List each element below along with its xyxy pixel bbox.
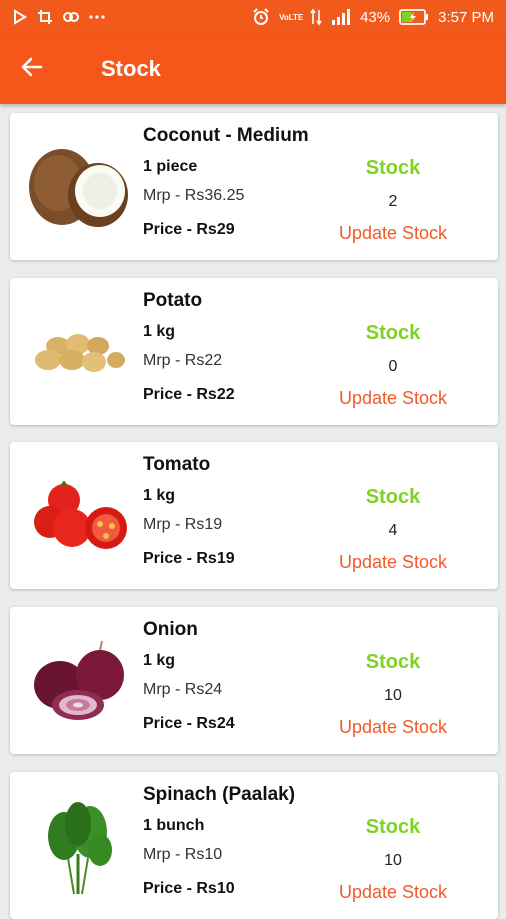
stock-label: Stock [365, 486, 421, 508]
stock-label: Stock [365, 651, 421, 673]
product-name: Tomato [143, 454, 211, 475]
product-quantity: 1 kg [143, 652, 176, 669]
stock-label: Stock [365, 816, 421, 838]
product-price: Price - Rs19 [143, 550, 235, 567]
tomato-icon [28, 464, 130, 566]
product-price: Price - Rs10 [143, 880, 235, 897]
link-icon [62, 10, 80, 24]
update-stock-button[interactable]: Update Stock [323, 552, 463, 573]
product-quantity: 1 kg [143, 323, 176, 340]
product-price: Price - Rs29 [143, 221, 235, 238]
battery-charging-icon [399, 9, 429, 25]
product-quantity: 1 piece [143, 158, 198, 175]
volte-label: VoLTE [279, 12, 304, 22]
product-name: Spinach (Paalak) [143, 784, 296, 805]
product-card: Potato 1 kg Mrp - Rs22 Price - Rs22 Stoc… [10, 278, 498, 425]
page-title: Stock [101, 56, 161, 81]
stock-count: 10 [384, 852, 402, 869]
back-button[interactable] [0, 34, 64, 104]
product-mrp: Mrp - Rs10 [143, 846, 223, 863]
product-price: Price - Rs24 [143, 715, 235, 732]
product-mrp: Mrp - Rs22 [143, 352, 223, 369]
product-price: Price - Rs22 [143, 386, 235, 403]
alarm-icon [252, 8, 270, 26]
back-arrow-icon [20, 55, 44, 84]
potato-icon [28, 300, 130, 402]
onion-icon [28, 629, 130, 731]
product-name: Coconut - Medium [143, 125, 309, 146]
product-card: Onion 1 kg Mrp - Rs24 Price - Rs24 Stock… [10, 607, 498, 754]
more-dots-icon [89, 14, 105, 20]
battery-percent: 43% [360, 8, 391, 26]
update-stock-button[interactable]: Update Stock [323, 388, 463, 409]
stock-count: 2 [388, 193, 398, 210]
stock-count: 4 [388, 522, 398, 539]
product-quantity: 1 kg [143, 487, 176, 504]
update-stock-button[interactable]: Update Stock [323, 223, 463, 244]
stock-label: Stock [365, 322, 421, 344]
product-mrp: Mrp - Rs19 [143, 516, 223, 533]
stock-label: Stock [365, 157, 421, 179]
status-left [12, 9, 105, 25]
stock-count: 0 [388, 358, 398, 375]
stock-count: 10 [384, 687, 402, 704]
product-mrp: Mrp - Rs36.25 [143, 187, 245, 204]
update-stock-button[interactable]: Update Stock [323, 717, 463, 738]
signal-icon [331, 9, 351, 25]
clock-time: 3:57 PM [438, 8, 494, 26]
product-quantity: 1 bunch [143, 817, 205, 834]
product-mrp: Mrp - Rs24 [143, 681, 223, 698]
crop-icon [37, 9, 53, 25]
play-icon [12, 9, 28, 25]
product-card: Tomato 1 kg Mrp - Rs19 Price - Rs19 Stoc… [10, 442, 498, 589]
product-card: Coconut - Medium 1 piece Mrp - Rs36.25 P… [10, 113, 498, 260]
product-name: Onion [143, 619, 198, 640]
status-bar: VoLTE 43% 3:57 PM [0, 0, 506, 34]
product-card: Spinach (Paalak) 1 bunch Mrp - Rs10 Pric… [10, 772, 498, 919]
status-right: VoLTE 43% 3:57 PM [252, 8, 494, 26]
spinach-icon [28, 794, 130, 896]
data-arrows-icon [310, 8, 322, 26]
coconut-icon [28, 135, 130, 237]
app-bar: Stock [0, 34, 506, 104]
product-name: Potato [143, 290, 203, 311]
